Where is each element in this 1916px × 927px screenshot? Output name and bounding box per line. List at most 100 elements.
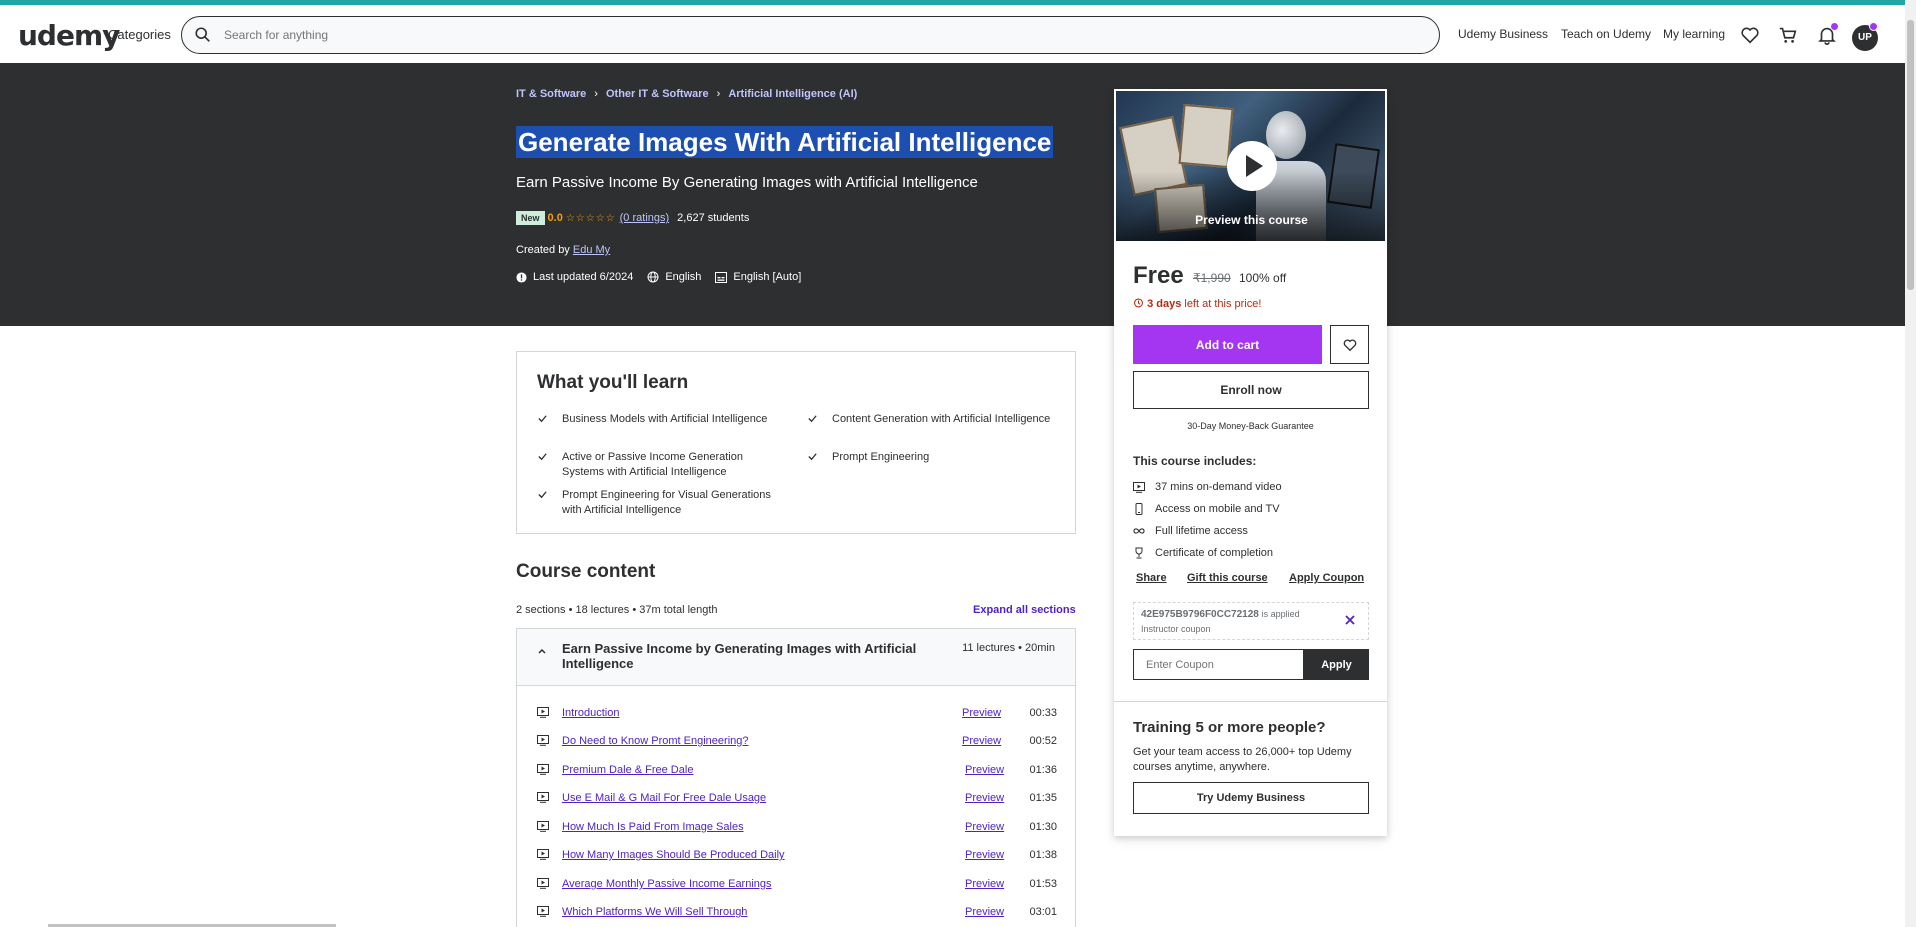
try-udemy-business-button[interactable]: Try Udemy Business [1133,782,1369,814]
chevron-up-icon [538,648,546,654]
video-icon [537,821,549,832]
heart-icon [1343,338,1356,351]
lecture-row: Use E Mail & G Mail For Free Dale Usage … [517,789,1077,809]
includes-title: This course includes: [1133,454,1257,468]
author-link[interactable]: Edu My [573,244,610,256]
purchase-sidebar: Preview this course Free ₹1,990 100% off… [1114,89,1387,836]
discount-percent: 100% off [1239,271,1287,285]
video-icon [537,792,549,803]
include-item: 37 mins on-demand video [1133,481,1282,493]
udemy-business-link[interactable]: Udemy Business [1458,27,1548,41]
teach-on-udemy-link[interactable]: Teach on Udemy [1561,27,1651,41]
cart-icon[interactable] [1777,24,1799,46]
course-captions: English [Auto] [733,271,802,283]
lecture-link[interactable]: Introduction [562,707,619,719]
money-back-guarantee: 30-Day Money-Back Guarantee [1187,421,1314,431]
ratings-link[interactable]: (0 ratings) [620,212,670,224]
lecture-list: Introduction Preview 00:33 Do Need to Kn… [516,686,1076,927]
new-badge: New [516,211,545,225]
add-to-cart-button[interactable]: Add to cart [1133,325,1322,364]
heart-icon[interactable] [1739,24,1761,46]
play-icon[interactable] [1227,141,1277,191]
lecture-preview-link[interactable]: Preview [962,707,1001,719]
lecture-link[interactable]: Premium Dale & Free Dale [562,764,693,776]
lecture-preview-link[interactable]: Preview [962,735,1001,747]
section-header[interactable]: Earn Passive Income by Generating Images… [516,628,1076,686]
breadcrumb-it-software[interactable]: IT & Software [516,88,586,100]
search-input[interactable] [224,25,1404,45]
section-name: Earn Passive Income by Generating Images… [562,641,917,671]
lecture-link[interactable]: Use E Mail & G Mail For Free Dale Usage [562,792,766,804]
lecture-preview-link[interactable]: Preview [965,821,1004,833]
lecture-preview-link[interactable]: Preview [965,792,1004,804]
udemy-logo[interactable]: udemy [18,19,120,52]
what-you-learn-box: What you'll learn Business Models with A… [516,351,1076,534]
video-icon [1133,481,1145,493]
course-title: Generate Images With Artificial Intellig… [516,126,1054,158]
lecture-row: Which Platforms We Will Sell Through Pre… [517,903,1077,923]
lecture-preview-link[interactable]: Preview [965,906,1004,918]
expand-all-sections-button[interactable]: Expand all sections [973,604,1076,616]
apply-coupon-button[interactable]: Apply [1304,649,1369,680]
divider [1114,701,1387,702]
lecture-link[interactable]: How Much Is Paid From Image Sales [562,821,744,833]
enroll-now-button[interactable]: Enroll now [1133,371,1369,409]
lecture-duration: 01:30 [1029,821,1057,833]
include-item: Full lifetime access [1133,525,1248,537]
students-count: 2,627 students [677,212,750,224]
course-content-meta: 2 sections • 18 lectures • 37m total len… [516,604,718,616]
lecture-row: Premium Dale & Free Dale Preview 01:36 [517,761,1077,781]
breadcrumb-other-it[interactable]: Other IT & Software [606,88,709,100]
course-preview-video[interactable]: Preview this course [1115,90,1386,242]
lecture-duration: 00:33 [1029,707,1057,719]
infinity-icon [1133,528,1145,534]
training-title: Training 5 or more people? [1133,719,1326,736]
include-item: Certificate of completion [1133,547,1273,559]
include-item: Access on mobile and TV [1133,503,1280,515]
lecture-preview-link[interactable]: Preview [965,849,1004,861]
lecture-duration: 01:53 [1029,878,1057,890]
scrollbar-thumb[interactable] [1907,20,1914,290]
check-icon [538,415,547,423]
video-icon [537,906,549,917]
wishlist-button[interactable] [1330,325,1369,364]
coupon-code: 42E975B9796F0CC72128 [1141,609,1259,620]
video-icon [537,849,549,860]
lecture-link[interactable]: Do Need to Know Promt Engineering? [562,735,749,747]
lecture-duration: 00:52 [1029,735,1057,747]
course-subtitle: Earn Passive Income By Generating Images… [516,174,978,191]
breadcrumb-ai[interactable]: Artificial Intelligence (AI) [728,88,857,100]
chevron-right-icon: › [716,88,721,100]
section-info: 11 lectures • 20min [962,642,1055,654]
coupon-input[interactable] [1133,649,1304,680]
share-button[interactable]: Share [1136,572,1167,584]
categories-menu[interactable]: Categories [108,27,171,42]
lecture-link[interactable]: How Many Images Should Be Produced Daily [562,849,785,861]
my-learning-link[interactable]: My learning [1663,27,1725,41]
lecture-duration: 01:35 [1029,792,1057,804]
search-icon[interactable] [194,26,212,44]
lecture-link[interactable]: Average Monthly Passive Income Earnings [562,878,772,890]
video-icon [537,735,549,746]
created-by: Created by Edu My [516,244,611,256]
rating-value: 0.0 [547,212,563,224]
course-content-title: Course content [516,561,656,582]
lecture-preview-link[interactable]: Preview [965,764,1004,776]
top-header: udemy Categories Udemy Business Teach on… [0,5,1905,63]
course-language: English [665,271,702,283]
close-icon[interactable] [1344,614,1356,626]
gift-course-button[interactable]: Gift this course [1187,572,1268,584]
last-updated: Last updated 6/2024 [533,271,634,283]
apply-coupon-link[interactable]: Apply Coupon [1289,572,1364,584]
learn-item: Content Generation with Artificial Intel… [808,412,1052,427]
trophy-icon [1135,547,1143,559]
lecture-row: How Much Is Paid From Image Sales Previe… [517,818,1077,838]
search-bar[interactable] [181,16,1440,54]
alert-badge-icon [516,271,527,283]
lecture-row: Do Need to Know Promt Engineering? Previ… [517,732,1077,752]
breadcrumb: IT & Software › Other IT & Software › Artifi… [516,88,857,100]
lecture-row: Introduction Preview 00:33 [517,704,1077,724]
coupon-type: Instructor coupon [1141,624,1211,634]
lecture-link[interactable]: Which Platforms We Will Sell Through [562,906,747,918]
lecture-preview-link[interactable]: Preview [965,878,1004,890]
